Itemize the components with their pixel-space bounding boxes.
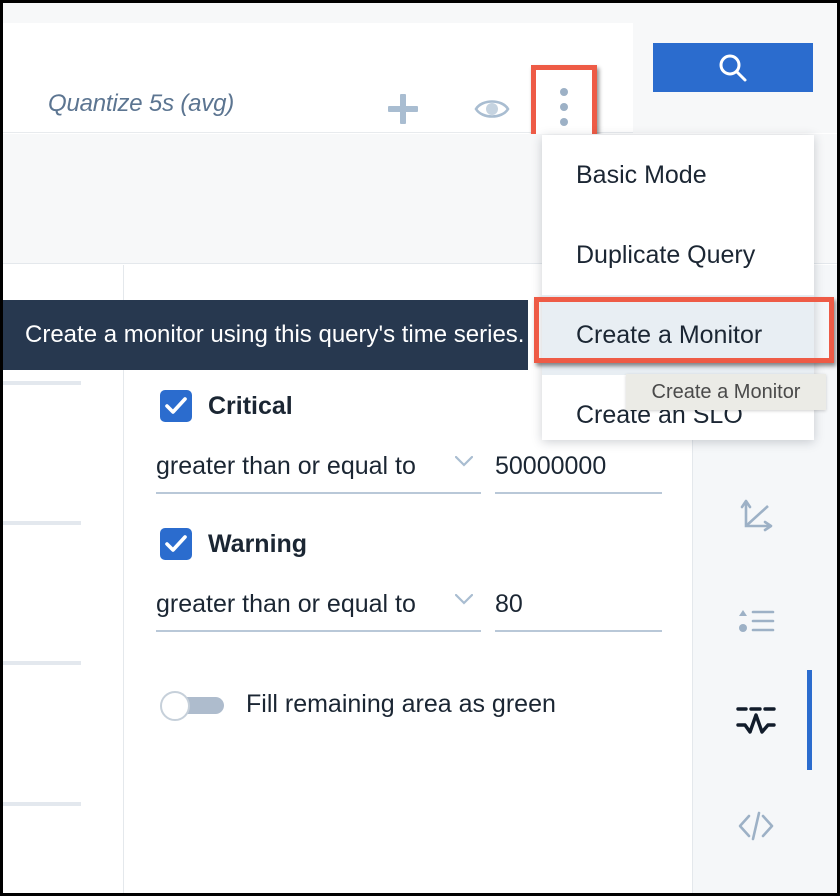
fill-green-toggle[interactable] xyxy=(160,690,224,721)
thresholds-icon xyxy=(736,707,776,734)
critical-fields: greater than or equal to 50000000 xyxy=(156,452,662,494)
eye-icon[interactable] xyxy=(473,95,511,123)
query-header-bar: Quantize 5s (avg) xyxy=(3,23,633,148)
menu-item-create-a-monitor[interactable]: Create a Monitor xyxy=(542,295,814,375)
threshold-warning-row: Warning xyxy=(160,528,307,560)
create-monitor-hover-tooltip: Create a Monitor xyxy=(626,374,826,410)
code-icon xyxy=(738,811,774,841)
chevron-down-icon xyxy=(455,594,473,605)
fill-green-label: Fill remaining area as green xyxy=(246,690,556,718)
warning-value: 80 xyxy=(495,590,523,618)
axes-icon xyxy=(740,499,773,532)
check-icon xyxy=(165,397,187,414)
rail-item-axes[interactable] xyxy=(728,490,784,546)
fill-green-row: Fill remaining area as green xyxy=(160,690,556,721)
app-root: Quantize 5s (avg) Critical greater than … xyxy=(0,0,840,896)
left-separator xyxy=(3,381,81,385)
search-icon xyxy=(719,54,747,81)
warning-value-input[interactable]: 80 xyxy=(495,590,662,632)
query-title: Quantize 5s (avg) xyxy=(48,90,235,117)
rail-item-list[interactable] xyxy=(728,594,784,650)
critical-comparator-select[interactable]: greater than or equal to xyxy=(156,452,481,494)
critical-checkbox[interactable] xyxy=(160,390,192,422)
menu-item-duplicate-query[interactable]: Duplicate Query xyxy=(542,215,814,295)
left-separator xyxy=(3,521,81,525)
left-separator xyxy=(3,661,81,665)
warning-checkbox[interactable] xyxy=(160,528,192,560)
rail-item-code[interactable] xyxy=(728,798,784,854)
critical-value-input[interactable]: 50000000 xyxy=(495,452,662,494)
warning-label: Warning xyxy=(208,529,308,558)
left-separator xyxy=(3,802,81,806)
top-strip xyxy=(3,3,837,23)
rail-item-thresholds[interactable] xyxy=(728,692,784,748)
menu-item-basic-mode[interactable]: Basic Mode xyxy=(542,135,814,215)
monitor-description-tooltip: Create a monitor using this query's time… xyxy=(3,300,528,370)
list-icon xyxy=(739,610,775,632)
critical-value: 50000000 xyxy=(495,452,607,480)
warning-comparator-select[interactable]: greater than or equal to xyxy=(156,590,481,632)
critical-label: Critical xyxy=(208,391,293,420)
plus-icon[interactable] xyxy=(385,91,421,127)
warning-comparator-value: greater than or equal to xyxy=(156,590,416,618)
kebab-menu-icon xyxy=(560,87,568,126)
threshold-critical-row: Critical xyxy=(160,390,293,422)
critical-comparator-value: greater than or equal to xyxy=(156,452,416,480)
warning-fields: greater than or equal to 80 xyxy=(156,590,662,632)
chevron-down-icon xyxy=(455,456,473,467)
check-icon xyxy=(165,535,187,552)
search-button[interactable] xyxy=(653,43,813,92)
rail-active-indicator xyxy=(807,670,812,770)
